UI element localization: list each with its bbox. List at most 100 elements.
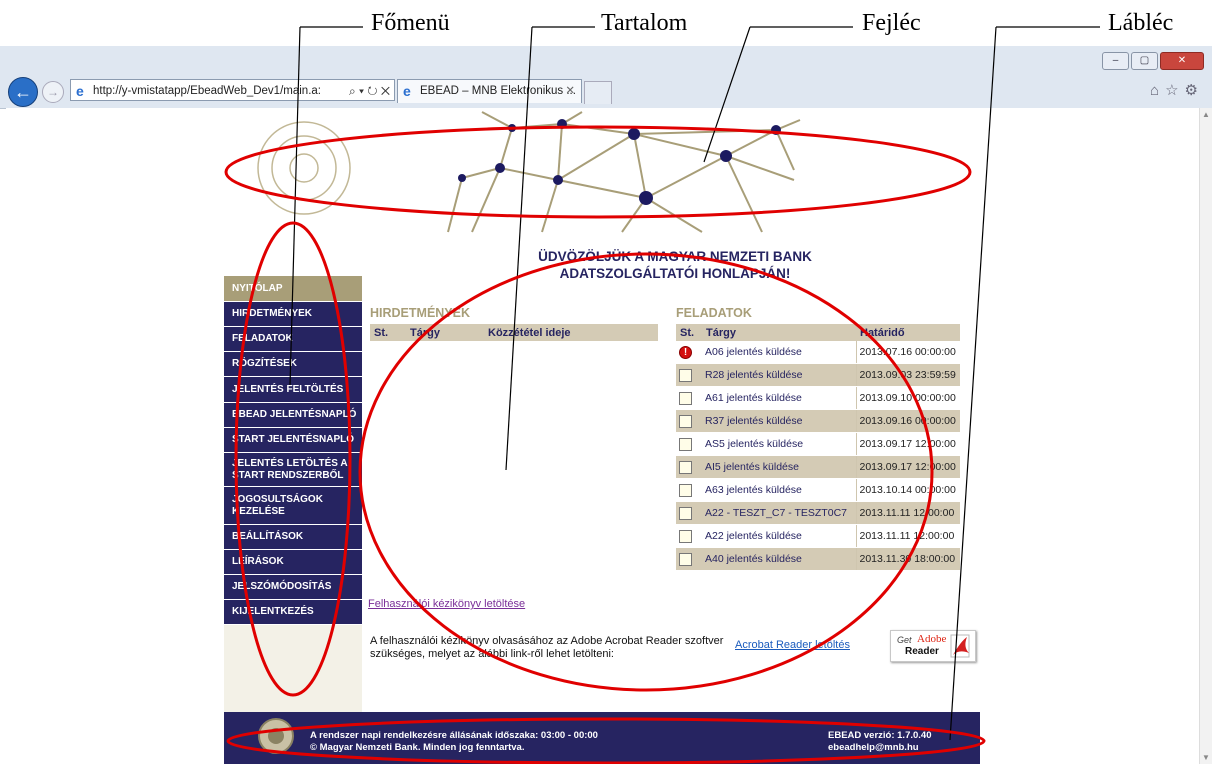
annotation-tartalom: Tartalom (601, 10, 688, 36)
footer-email[interactable]: ebeadhelp@mnb.hu (828, 742, 932, 754)
task-deadline: 2013.11.30 18:00:00 (855, 547, 960, 571)
task-subject[interactable]: AS5 jelentés küldése (702, 432, 856, 456)
table-row[interactable]: R28 jelentés küldése 2013.09.03 23:59:59 (676, 363, 960, 387)
announcements-header-row: St. Tárgy Közzététel ideje (370, 324, 658, 341)
badge-adobe: Adobe (917, 633, 947, 645)
tab-close-icon[interactable]: ✕ (565, 80, 575, 102)
reader-info-text: A felhasználói kézikönyv olvasásához az … (370, 635, 724, 660)
sidebar-item-beallitasok[interactable]: BEÁLLÍTÁSOK (224, 525, 362, 550)
document-icon (679, 368, 692, 382)
task-subject[interactable]: A06 jelentés küldése (702, 341, 856, 364)
sidebar-main-menu: NYITÓLAP HIRDETMÉNYEK FELADATOK RÖGZÍTÉS… (224, 276, 362, 756)
footer-copyright: © Magyar Nemzeti Bank. Minden jog fennta… (310, 742, 525, 753)
sidebar-item-leirasok[interactable]: LEÍRÁSOK (224, 550, 362, 575)
table-row[interactable]: AS5 jelentés küldése 2013.09.17 12:00:00 (676, 432, 960, 456)
sidebar-item-rogzitesek[interactable]: RÖGZÍTÉSEK (224, 352, 362, 377)
scroll-down-icon[interactable]: ▼ (1202, 753, 1210, 762)
document-icon (679, 483, 692, 497)
sidebar-item-jelentes-feltoltes[interactable]: JELENTÉS FELTÖLTÉS (224, 377, 362, 403)
tab-title: EBEAD – MNB Elektronikus ... (420, 85, 576, 97)
welcome-line-2: ADATSZOLGÁLTATÓI HONLAPJÁN! (559, 266, 791, 281)
document-icon (679, 506, 692, 520)
table-row[interactable]: A63 jelentés küldése 2013.10.14 00:00:00 (676, 478, 960, 502)
annotation-fejlec: Fejléc (862, 10, 921, 36)
task-subject[interactable]: A22 jelentés küldése (702, 524, 856, 548)
forward-button[interactable]: → (42, 81, 64, 103)
task-deadline: 2013.11.11 12:00:00 (855, 524, 960, 548)
task-subject[interactable]: R28 jelentés küldése (702, 363, 856, 387)
sidebar-item-ebead-jelentesnaplo[interactable]: EBEAD JELENTÉSNAPLÓ (224, 403, 362, 428)
table-row[interactable]: A40 jelentés küldése 2013.11.30 18:00:00 (676, 547, 960, 571)
column-header-published: Közzététel ideje (484, 324, 658, 341)
page-header (257, 111, 801, 233)
table-row[interactable]: AI5 jelentés küldése 2013.09.17 12:00:00 (676, 455, 960, 479)
minimize-button[interactable]: – (1102, 52, 1129, 70)
task-subject[interactable]: A63 jelentés küldése (702, 478, 856, 502)
close-window-button[interactable]: ✕ (1160, 52, 1204, 70)
adobe-reader-icon (950, 634, 970, 658)
task-subject[interactable]: R37 jelentés küldése (702, 409, 856, 433)
acrobat-reader-link[interactable]: Acrobat Reader letöltés (735, 639, 850, 651)
sidebar-item-feladatok[interactable]: FELADATOK (224, 327, 362, 352)
vertical-scrollbar[interactable]: ▲ ▼ (1199, 108, 1212, 764)
tasks-table: St. Tárgy Határidő ! A06 jelentés küldés… (676, 324, 960, 571)
back-button[interactable]: ← (8, 77, 38, 107)
sidebar-item-nyitolap[interactable]: NYITÓLAP (224, 276, 362, 302)
sidebar-item-start-jelentesnaplo[interactable]: START JELENTÉSNAPLÓ (224, 428, 362, 453)
sidebar-item-jogosultsagok[interactable]: JOGOSULTSÁGOK KEZELÉSE (224, 487, 362, 525)
manual-download-link[interactable]: Felhasználói kézikönyv letöltése (368, 598, 525, 610)
annotation-fomenu: Főmenü (371, 10, 450, 36)
announcements-table: St. Tárgy Közzététel ideje (370, 324, 658, 341)
browser-chrome: – ▢ ✕ ← → e http://y-vmistatapp/EbeadWeb… (0, 46, 1212, 109)
ie-logo-icon: e (76, 83, 84, 99)
sidebar-item-hirdetmenyek[interactable]: HIRDETMÉNYEK (224, 302, 362, 327)
footer-right-text: EBEAD verzió: 1.7.0.40 ebeadhelp@mnb.hu (828, 730, 932, 754)
task-deadline: 2013.07.16 00:00:00 (855, 341, 960, 364)
table-row[interactable]: A22 - TESZT_C7 - TESZT0C7 2013.11.11 12:… (676, 501, 960, 525)
address-url: http://y-vmistatapp/EbeadWeb_Dev1/main.a… (93, 85, 321, 97)
task-deadline: 2013.09.03 23:59:59 (855, 363, 960, 387)
task-deadline: 2013.09.16 00:00:00 (855, 409, 960, 433)
task-subject[interactable]: A61 jelentés küldése (702, 386, 856, 410)
sidebar-item-jelszomodositas[interactable]: JELSZÓMÓDOSÍTÁS (224, 575, 362, 600)
sidebar-item-jelentes-letoltes[interactable]: JELENTÉS LETÖLTÉS A START RENDSZERBŐL (224, 453, 362, 487)
ie-logo-icon: e (403, 83, 411, 99)
footer-seal-logo (258, 718, 294, 754)
badge-reader: Reader (905, 646, 939, 657)
browser-tab[interactable]: e EBEAD – MNB Elektronikus ... ✕ (397, 79, 582, 103)
task-deadline: 2013.09.10 00:00:00 (855, 386, 960, 410)
toolbar-icons[interactable]: ⌂☆⚙ (1150, 81, 1204, 99)
footer-version: EBEAD verzió: 1.7.0.40 (828, 730, 932, 741)
table-row[interactable]: A61 jelentés küldése 2013.09.10 00:00:00 (676, 386, 960, 410)
task-deadline: 2013.09.17 12:00:00 (855, 432, 960, 456)
document-icon (679, 437, 692, 451)
task-deadline: 2013.11.11 12:00:00 (855, 501, 960, 525)
document-icon (679, 391, 692, 405)
badge-get: Get (897, 635, 912, 645)
task-deadline: 2013.09.17 12:00:00 (855, 455, 960, 479)
announcements-title: HIRDETMÉNYEK (370, 306, 471, 320)
task-deadline: 2013.10.14 00:00:00 (855, 478, 960, 502)
address-tools-icon[interactable]: ⌕ ▾ ↻ ✕ (349, 80, 390, 100)
column-header-status: St. (370, 324, 406, 341)
table-row[interactable]: A22 jelentés küldése 2013.11.11 12:00:00 (676, 524, 960, 548)
page-viewport: NYITÓLAP HIRDETMÉNYEK FELADATOK RÖGZÍTÉS… (6, 108, 1200, 764)
annotation-lablec: Lábléc (1108, 10, 1174, 36)
sidebar-item-kijelentkezes[interactable]: KIJELENTKEZÉS (224, 600, 362, 625)
get-adobe-reader-badge[interactable]: Get Adobe Reader (890, 630, 976, 662)
welcome-heading: ÜDVÖZÖLJÜK A MAGYAR NEMZETI BANK ADATSZO… (480, 248, 870, 282)
task-subject[interactable]: AI5 jelentés küldése (702, 455, 856, 479)
browser-window: – ▢ ✕ ← → e http://y-vmistatapp/EbeadWeb… (0, 46, 1212, 764)
footer-availability: A rendszer napi rendelkezésre állásának … (310, 730, 598, 741)
address-bar[interactable]: e http://y-vmistatapp/EbeadWeb_Dev1/main… (70, 79, 395, 101)
task-subject[interactable]: A22 - TESZT_C7 - TESZT0C7 (702, 501, 856, 525)
table-row[interactable]: ! A06 jelentés küldése 2013.07.16 00:00:… (676, 341, 960, 364)
column-header-subject: Tárgy (406, 324, 484, 341)
scroll-up-icon[interactable]: ▲ (1202, 110, 1210, 119)
task-subject[interactable]: A40 jelentés küldése (702, 547, 856, 571)
mnb-seal-logo (257, 121, 351, 215)
new-tab-button[interactable] (584, 81, 612, 104)
maximize-button[interactable]: ▢ (1131, 52, 1158, 70)
table-row[interactable]: R37 jelentés küldése 2013.09.16 00:00:00 (676, 409, 960, 433)
warning-icon: ! (679, 345, 692, 359)
